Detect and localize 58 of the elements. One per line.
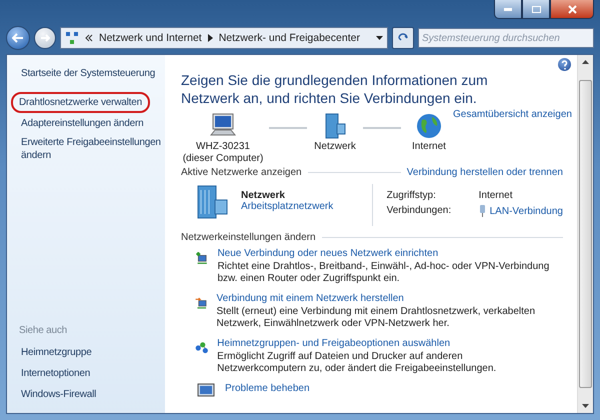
- separator-arrow-icon: [208, 34, 213, 42]
- refresh-button[interactable]: [392, 27, 414, 49]
- sidebar-link[interactable]: Drahtlosnetzwerke verwalten: [11, 92, 150, 113]
- property-label: Zugriffstyp:: [386, 190, 437, 201]
- task-link[interactable]: Neue Verbindung oder neues Netzwerk einrichten: [217, 248, 563, 259]
- ethernet-icon: [478, 205, 486, 217]
- back-button[interactable]: [6, 26, 30, 50]
- globe-icon: [414, 111, 444, 141]
- overview-link[interactable]: Gesamtübersicht anzeigen: [453, 109, 572, 120]
- node-label: Internet: [412, 141, 446, 153]
- scroll-up-icon[interactable]: [582, 60, 589, 64]
- network-icon: [65, 31, 79, 45]
- close-button[interactable]: [550, 0, 594, 19]
- task-link[interactable]: Heimnetzgruppen- und Freigabeoptionen auswählen: [217, 338, 563, 349]
- task-description: Ermöglicht Zugriff auf Dateien und Drucker auf anderen Netzwerkcomputern zu, oder ändert die Freigabeeinstellungen.: [217, 351, 498, 375]
- sidebar-link[interactable]: Internetoptionen: [19, 365, 165, 382]
- section-title: Netzwerkeinstellungen ändern: [181, 232, 316, 243]
- property-label: Verbindungen:: [386, 205, 452, 217]
- sidebar-link[interactable]: Startseite der Systemsteuerung: [19, 65, 165, 82]
- node-sublabel: (dieser Computer): [182, 153, 264, 165]
- connector-line: [363, 127, 401, 129]
- connection-link[interactable]: LAN-Verbindung: [490, 206, 563, 216]
- connector-line: [269, 127, 307, 129]
- node-label: WHZ-30231: [196, 141, 250, 153]
- back-arrow-icon: [12, 33, 24, 43]
- chevron-icon: [85, 34, 93, 42]
- troubleshoot-icon: [195, 383, 217, 397]
- sidebar-link[interactable]: Erweiterte Freigabeeinstellungen ändern: [19, 134, 165, 164]
- maximize-icon: [532, 6, 540, 12]
- search-field[interactable]: Systemsteuerung durchsuchen: [418, 28, 594, 48]
- minimize-button[interactable]: [494, 0, 522, 19]
- node-label: Netzwerk: [314, 141, 356, 153]
- task-description: Richtet eine Drahtlos-, Breitband-, Einwähl-, Ad-hoc- oder VPN-Verbindung bzw. einen Router oder Zugriffspunkt ein.: [217, 261, 550, 285]
- sidebar-link[interactable]: Adaptereinstellungen ändern: [19, 115, 165, 132]
- breadcrumb[interactable]: Netzwerk- und Freigabecenter: [218, 32, 360, 44]
- connect-disconnect-link[interactable]: Verbindung herstellen oder trennen: [406, 167, 563, 178]
- task-link[interactable]: Verbindung mit einem Netzwerk herstellen: [216, 293, 563, 304]
- see-also-heading: Siehe auch: [19, 325, 68, 336]
- section-title: Aktive Netzwerke anzeigen: [181, 167, 302, 178]
- task-link[interactable]: Probleme beheben: [225, 383, 310, 394]
- sidebar-link[interactable]: Windows-Firewall: [19, 386, 165, 403]
- address-bar[interactable]: Netzwerk und Internet Netzwerk- und Freigabecenter: [60, 27, 388, 49]
- forward-button[interactable]: [34, 27, 56, 49]
- dropdown-arrow-icon[interactable]: [376, 36, 383, 40]
- maximize-button[interactable]: [522, 0, 550, 19]
- scroll-down-icon[interactable]: [582, 404, 589, 408]
- page-heading: Zeigen Sie die grundlegenden Informationen zum Netzwerk an, und richten Sie Verbindungen ein.: [181, 71, 489, 107]
- scrollbar[interactable]: [577, 55, 593, 413]
- help-icon[interactable]: [558, 58, 571, 71]
- task-description: Stellt (erneut) eine Verbindung mit einem Drahtlosnetzwerk, verkabelten Netzwerk, Einwählnetzwerk oder VPN-Netzwerk her.: [216, 306, 536, 330]
- sidebar-link[interactable]: Heimnetzgruppe: [19, 344, 165, 361]
- property-value: Internet: [478, 190, 513, 201]
- forward-arrow-icon: [40, 34, 50, 42]
- breadcrumb[interactable]: Netzwerk und Internet: [99, 32, 202, 44]
- minimize-icon: [504, 8, 512, 10]
- network-name: Netzwerk: [241, 190, 286, 201]
- network-type-link[interactable]: Arbeitsplatznetzwerk: [241, 201, 334, 212]
- close-icon: [568, 4, 576, 14]
